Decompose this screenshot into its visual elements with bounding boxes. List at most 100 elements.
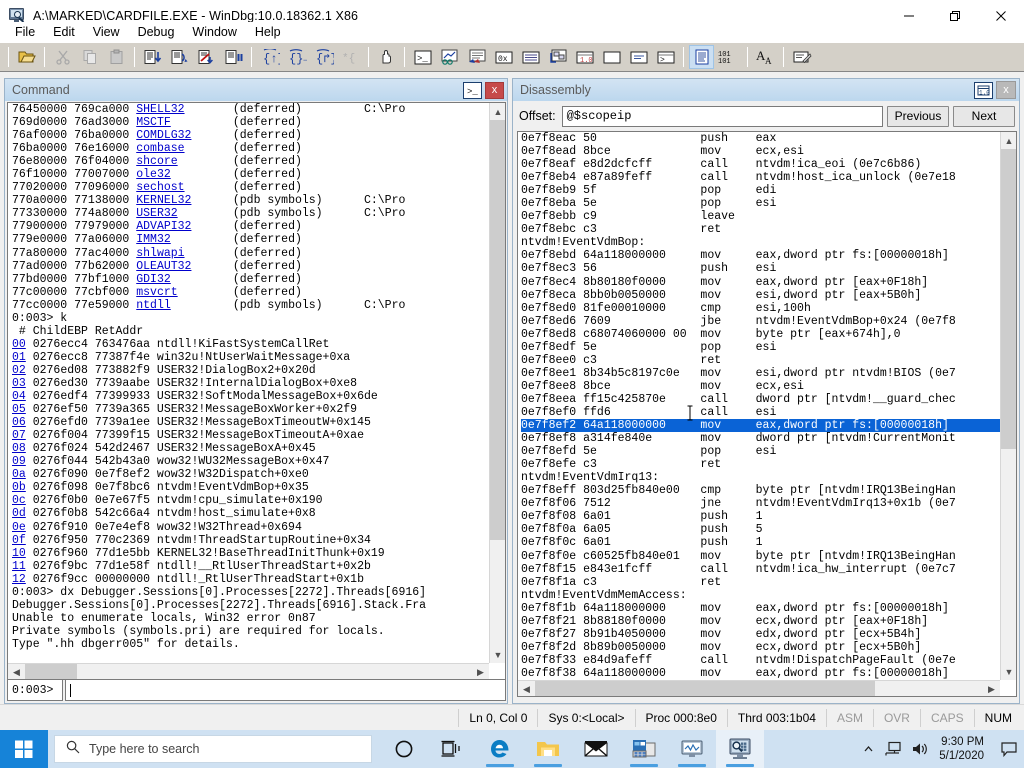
break-icon[interactable] [221, 45, 246, 69]
vm-console-icon[interactable] [668, 730, 716, 768]
frame-index-link[interactable]: 05 [12, 403, 26, 416]
frame-index-link[interactable]: 08 [12, 442, 26, 455]
disassembly-line-selected[interactable]: 0e7f8ef2 64a118000000 mov eax,dword ptr … [521, 419, 1015, 432]
memory-window-icon[interactable] [518, 45, 543, 69]
disassembly-vscroll-thumb[interactable] [1001, 149, 1017, 449]
frame-index-link[interactable]: 0b [12, 481, 26, 494]
menu-edit[interactable]: Edit [44, 23, 84, 41]
frame-index-link[interactable]: 0e [12, 521, 26, 534]
disassembly-line[interactable]: 0e7f8ef8 a314fe840e mov dword ptr [ntvdm… [521, 432, 1017, 445]
frame-index-link[interactable]: 07 [12, 429, 26, 442]
command-vscroll-thumb[interactable] [490, 120, 506, 540]
disassembly-line[interactable]: 0e7f8f15 e843e1fcff call ntvdm!ica_hw_in… [521, 563, 1017, 576]
scroll-down-icon[interactable]: ▼ [490, 646, 506, 663]
command-close-icon[interactable]: x [485, 82, 504, 99]
command-input[interactable] [65, 679, 506, 701]
disassembly-line[interactable]: 0e7f8f1b 64a118000000 mov eax,dword ptr … [521, 602, 1017, 615]
disassembly-line[interactable]: 0e7f8efe c3 ret [521, 458, 1017, 471]
frame-index-link[interactable]: 03 [12, 377, 26, 390]
disassembly-line[interactable]: 0e7f8ebb c9 leave [521, 210, 1017, 223]
disassembly-line[interactable]: 0e7f8ee8 8bce mov ecx,esi [521, 380, 1017, 393]
disassembly-line[interactable]: 0e7f8ed6 7609 jbe ntvdm!EventVdmBop+0x24… [521, 315, 1017, 328]
disassembly-line[interactable]: 0e7f8eff 803d25fb840e00 cmp byte ptr [nt… [521, 484, 1017, 497]
module-link[interactable]: SHELL32 [136, 103, 184, 116]
disassembly-line[interactable]: 0e7f8eaf e8d2dcfcff call ntvdm!ica_eoi (… [521, 158, 1017, 171]
frame-index-link[interactable]: 12 [12, 573, 26, 586]
disassembly-line[interactable]: 0e7f8ee0 c3 ret [521, 354, 1017, 367]
scroll-down-icon[interactable]: ▼ [1001, 663, 1017, 680]
disassembly-line[interactable]: 0e7f8f21 8b88180f0000 mov ecx,dword ptr … [521, 615, 1017, 628]
volume-icon[interactable] [907, 730, 933, 768]
disassembly-line[interactable]: 0e7f8eac 50 push eax [521, 132, 1017, 145]
menu-window[interactable]: Window [183, 23, 245, 41]
task-view-icon[interactable] [428, 730, 476, 768]
step-over-icon[interactable] [167, 45, 192, 69]
disassembly-line[interactable]: 0e7f8ee1 8b34b5c8197c0e mov esi,dword pt… [521, 367, 1017, 380]
command-output-area[interactable]: 76450000 769ca000 SHELL32 (deferred) C:\… [7, 102, 506, 680]
source-blank-window-icon[interactable] [599, 45, 624, 69]
source-window-icon[interactable] [689, 45, 714, 69]
disassembly-line[interactable]: 0e7f8f06 7512 jne ntvdm!EventVdmIrq13+0x… [521, 497, 1017, 510]
offset-input[interactable]: @$scopeip [562, 106, 883, 127]
disassembly-restore-icon[interactable]: 1.0 [974, 82, 993, 99]
module-link[interactable]: msvcrt [136, 286, 177, 299]
cortana-icon[interactable] [380, 730, 428, 768]
disassembly-vertical-scrollbar[interactable]: ▲ ▼ [1000, 132, 1016, 680]
menu-file[interactable]: File [6, 23, 44, 41]
taskbar-clock[interactable]: 9:30 PM 5/1/2020 [933, 735, 994, 763]
disassembly-line[interactable]: 0e7f8f0c 6a01 push 1 [521, 536, 1017, 549]
frame-index-link[interactable]: 04 [12, 390, 26, 403]
frame-index-link[interactable]: 0c [12, 494, 26, 507]
mail-icon[interactable] [572, 730, 620, 768]
registers-window-icon[interactable]: 0x [491, 45, 516, 69]
go-unhandled-icon[interactable]: *{ } [338, 45, 363, 69]
scratch-pad-icon[interactable]: 1.0 [572, 45, 597, 69]
disassembly-line[interactable]: 0e7f8ef0 ffd6 call esi [521, 406, 1017, 419]
disassembly-line[interactable]: 0e7f8ead 8bce mov ecx,esi [521, 145, 1017, 158]
show-hidden-icons-chevron[interactable] [855, 730, 881, 768]
frame-index-link[interactable]: 06 [12, 416, 26, 429]
action-center-icon[interactable] [994, 730, 1024, 768]
frame-index-link[interactable]: 10 [12, 547, 26, 560]
disassembly-line[interactable]: 0e7f8ed8 c68074060000 00 mov byte ptr [e… [521, 328, 1017, 341]
disassembly-line[interactable]: 0e7f8eb9 5f pop edi [521, 184, 1017, 197]
module-link[interactable]: KERNEL32 [136, 194, 191, 207]
disassembly-line[interactable]: 0e7f8ed0 81fe00010000 cmp esi,100h [521, 302, 1017, 315]
frame-index-link[interactable]: 01 [12, 351, 26, 364]
disassembly-line[interactable]: 0e7f8f38 64a118000000 mov eax,dword ptr … [521, 667, 1017, 680]
file-explorer-icon[interactable] [524, 730, 572, 768]
microsoft-edge-icon[interactable] [476, 730, 524, 768]
disassembly-close-icon[interactable]: x [996, 81, 1016, 99]
scroll-right-icon[interactable]: ▶ [983, 681, 1000, 697]
module-link[interactable]: USER32 [136, 207, 177, 220]
processes-threads-icon[interactable] [626, 45, 651, 69]
frame-index-link[interactable]: 0d [12, 507, 26, 520]
font-icon[interactable]: A A [753, 45, 778, 69]
break-hand-icon[interactable] [374, 45, 399, 69]
frame-index-link[interactable]: 11 [12, 560, 26, 573]
next-button[interactable]: Next [953, 106, 1015, 127]
scroll-up-icon[interactable]: ▲ [490, 103, 506, 120]
module-link[interactable]: sechost [136, 181, 184, 194]
open-icon[interactable] [14, 45, 39, 69]
module-link[interactable]: OLEAUT32 [136, 260, 191, 273]
paste-icon[interactable] [104, 45, 129, 69]
taskbar-search-box[interactable]: Type here to search [54, 735, 372, 763]
disassembly-line[interactable]: 0e7f8ebd 64a118000000 mov eax,dword ptr … [521, 249, 1017, 262]
module-link[interactable]: ADVAPI32 [136, 220, 191, 233]
disassembly-line[interactable]: 0e7f8eea ff15c425870e call dword ptr [nt… [521, 393, 1017, 406]
disassembly-line[interactable]: 0e7f8f33 e84d9afeff call ntvdm!DispatchP… [521, 654, 1017, 667]
network-icon[interactable] [881, 730, 907, 768]
disassembly-hscroll-thumb[interactable] [535, 681, 875, 697]
command-browser-icon[interactable]: >_ [653, 45, 678, 69]
disassembly-line[interactable]: 0e7f8f08 6a01 push 1 [521, 510, 1017, 523]
disassembly-line[interactable]: 0e7f8eb4 e87a89feff call ntvdm!host_ica_… [521, 171, 1017, 184]
frame-index-link[interactable]: 02 [12, 364, 26, 377]
disassembly-line[interactable]: 0e7f8eca 8bb0b0050000 mov esi,dword ptr … [521, 289, 1017, 302]
windbg-taskbar-icon[interactable] [716, 730, 764, 768]
command-vertical-scrollbar[interactable]: ▲ ▼ [489, 103, 505, 663]
module-link[interactable]: ntdll [136, 299, 171, 312]
scroll-left-icon[interactable]: ◀ [518, 681, 535, 697]
module-link[interactable]: ole32 [136, 168, 171, 181]
locals-window-icon[interactable] [464, 45, 489, 69]
